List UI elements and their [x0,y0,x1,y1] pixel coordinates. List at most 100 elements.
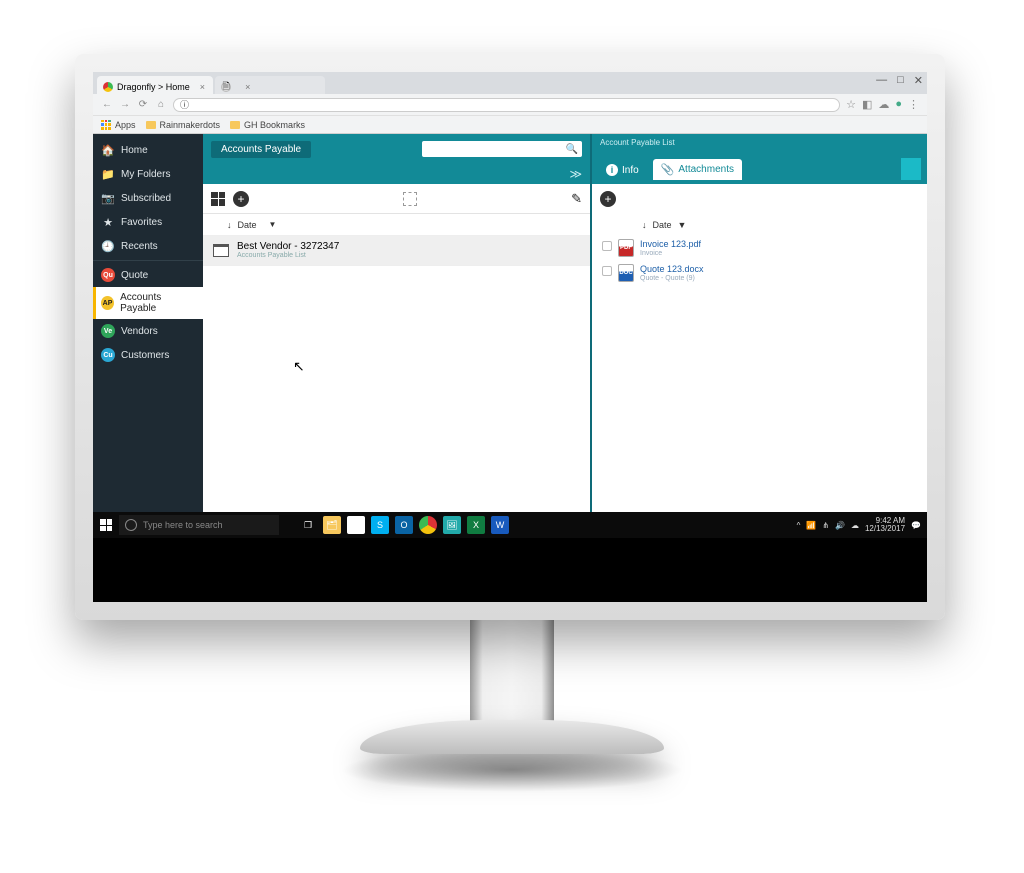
browser-tab-2[interactable]: 🗎 × [215,76,325,94]
bookmark-folder-1[interactable]: Rainmakerdots [146,120,221,130]
browser-tab-1[interactable]: Dragonfly > Home × [97,76,213,94]
chrome-icon[interactable] [419,516,437,534]
ap-badge-icon: AP [101,296,114,310]
sidebar-item-myfolders[interactable]: 📁 My Folders [93,162,203,186]
address-bar[interactable]: ⓘ [173,98,840,112]
sidebar-app-customers[interactable]: Cu Customers [93,343,203,367]
windows-taskbar: Type here to search ❐ 🗂 🛍 S O 🖼 X W ^ 📶 [93,512,927,538]
cortana-icon [125,519,137,531]
extension-icon-2[interactable]: ☁ [878,98,889,111]
file-subtitle: Quote - Quote (9) [640,275,704,283]
sort-caret-icon: ▼ [269,220,277,229]
file-name: Invoice 123.pdf [640,239,701,250]
customers-badge-icon: Cu [101,348,115,362]
folder-row[interactable]: Best Vendor - 3272347 Accounts Payable L… [203,236,590,266]
window-minimize-button[interactable]: — [876,74,887,87]
sidebar-app-quote[interactable]: Qu Quote [93,263,203,287]
file-checkbox[interactable] [602,266,612,276]
sidebar-app-accounts-payable[interactable]: AP Accounts Payable [93,287,203,319]
edit-icon[interactable]: ✎ [571,191,582,207]
window-close-button[interactable]: ✕ [914,74,923,87]
file-explorer-icon[interactable]: 🗂 [323,516,341,534]
taskbar-search-input[interactable]: Type here to search [119,515,279,535]
star-icon: ★ [101,215,115,229]
chrome-menu-button[interactable]: ⋮ [908,98,919,111]
search-icon: 🔍 [566,144,578,155]
folder-subtitle: Accounts Payable List [237,252,339,260]
tab1-title: Dragonfly > Home [117,82,190,92]
sidebar-label: Accounts Payable [120,292,195,314]
bookmarks-bar: Apps Rainmakerdots GH Bookmarks [93,116,927,134]
bookmark-folder-2[interactable]: GH Bookmarks [230,120,305,130]
nav-home-button[interactable]: ⌂ [155,99,167,110]
sidebar-item-recents[interactable]: 🕘 Recents [93,234,203,258]
window-maximize-button[interactable]: □ [897,74,904,87]
nav-reload-button[interactable]: ⟳ [137,99,149,110]
folder-icon: 📁 [101,167,115,181]
right-header-crumb: Account Payable List [600,138,675,147]
quote-badge-icon: Qu [101,268,115,282]
right-sort-row[interactable]: ↓ Date ▼ [592,214,927,236]
sidebar-item-subscribed[interactable]: 📷 Subscribed [93,186,203,210]
file-name: Quote 123.docx [640,264,704,275]
home-icon: 🏠 [101,143,115,157]
tab1-close-icon[interactable]: × [200,82,205,92]
extension-icon-1[interactable]: ◧ [862,98,872,111]
placeholder-icon [403,192,417,206]
excel-icon[interactable]: X [467,516,485,534]
sidebar-app-vendors[interactable]: Ve Vendors [93,319,203,343]
pdf-file-icon: PDF [618,239,634,257]
expand-icon[interactable]: ≫ [569,167,582,181]
tray-network-icon[interactable]: 📶 [806,521,816,530]
sidebar-item-favorites[interactable]: ★ Favorites [93,210,203,234]
center-header: Accounts Payable 🔍 [203,134,590,164]
tab-attachments[interactable]: 📎 Attachments [653,159,742,180]
header-search-input[interactable]: 🔍 [422,141,582,157]
profile-icon[interactable]: ● [895,98,902,111]
store-icon[interactable]: 🛍 [347,516,365,534]
bookmark-label-2: GH Bookmarks [244,120,305,130]
add-button[interactable]: + [233,191,249,207]
center-subheader: ≫ [203,164,590,184]
photos-icon[interactable]: 🖼 [443,516,461,534]
nav-forward-button[interactable]: → [119,99,131,110]
file-row[interactable]: DOC Quote 123.docx Quote - Quote (9) [592,261,927,286]
skype-icon[interactable]: S [371,516,389,534]
tray-volume-icon[interactable]: 🔊 [835,521,845,530]
sidebar-label: Customers [121,350,169,361]
folder-name: Best Vendor - 3272347 [237,241,339,252]
tray-wifi-icon[interactable]: ⋔ [822,521,829,530]
start-button[interactable] [93,512,119,538]
right-header: Account Payable List i Info 📎 Attachment… [592,134,927,184]
sidebar-label: Quote [121,270,148,281]
word-icon[interactable]: W [491,516,509,534]
taskview-icon[interactable]: ❐ [299,516,317,534]
tab2-favicon-icon: 🗎 [221,82,231,92]
bookmark-label-1: Rainmakerdots [160,120,221,130]
site-info-icon[interactable]: ⓘ [180,98,189,111]
chrome-window: Dragonfly > Home × 🗎 × — □ ✕ ← → ⟳ [93,72,927,538]
sidebar-separator [93,260,203,261]
add-attachment-button[interactable]: + [600,191,616,207]
sort-label: Date [238,220,257,230]
app-viewport: 🏠 Home 📁 My Folders 📷 Subscribed ★ [93,134,927,538]
action-center-icon[interactable]: 💬 [911,521,921,530]
tab-info-label: Info [622,165,639,176]
sidebar-label: Subscribed [121,193,171,204]
tray-chevron-icon[interactable]: ^ [797,521,801,530]
taskbar-clock[interactable]: 9:42 AM 12/13/2017 [865,517,905,533]
tray-onedrive-icon[interactable]: ☁ [851,521,859,530]
file-row[interactable]: PDF Invoice 123.pdf Invoice [592,236,927,261]
file-checkbox[interactable] [602,241,612,251]
grid-view-icon[interactable] [211,192,225,206]
nav-back-button[interactable]: ← [101,99,113,110]
tab-info[interactable]: i Info [598,160,647,180]
bookmark-star-icon[interactable]: ☆ [846,98,856,111]
file-subtitle: Invoice [640,250,701,258]
outlook-icon[interactable]: O [395,516,413,534]
sidebar-item-home[interactable]: 🏠 Home [93,138,203,162]
center-sort-row[interactable]: ↓ Date ▼ [203,214,590,236]
bookmarks-apps-button[interactable]: Apps [101,120,136,130]
tab2-close-icon[interactable]: × [245,82,250,92]
monitor-stand-base [360,720,664,754]
